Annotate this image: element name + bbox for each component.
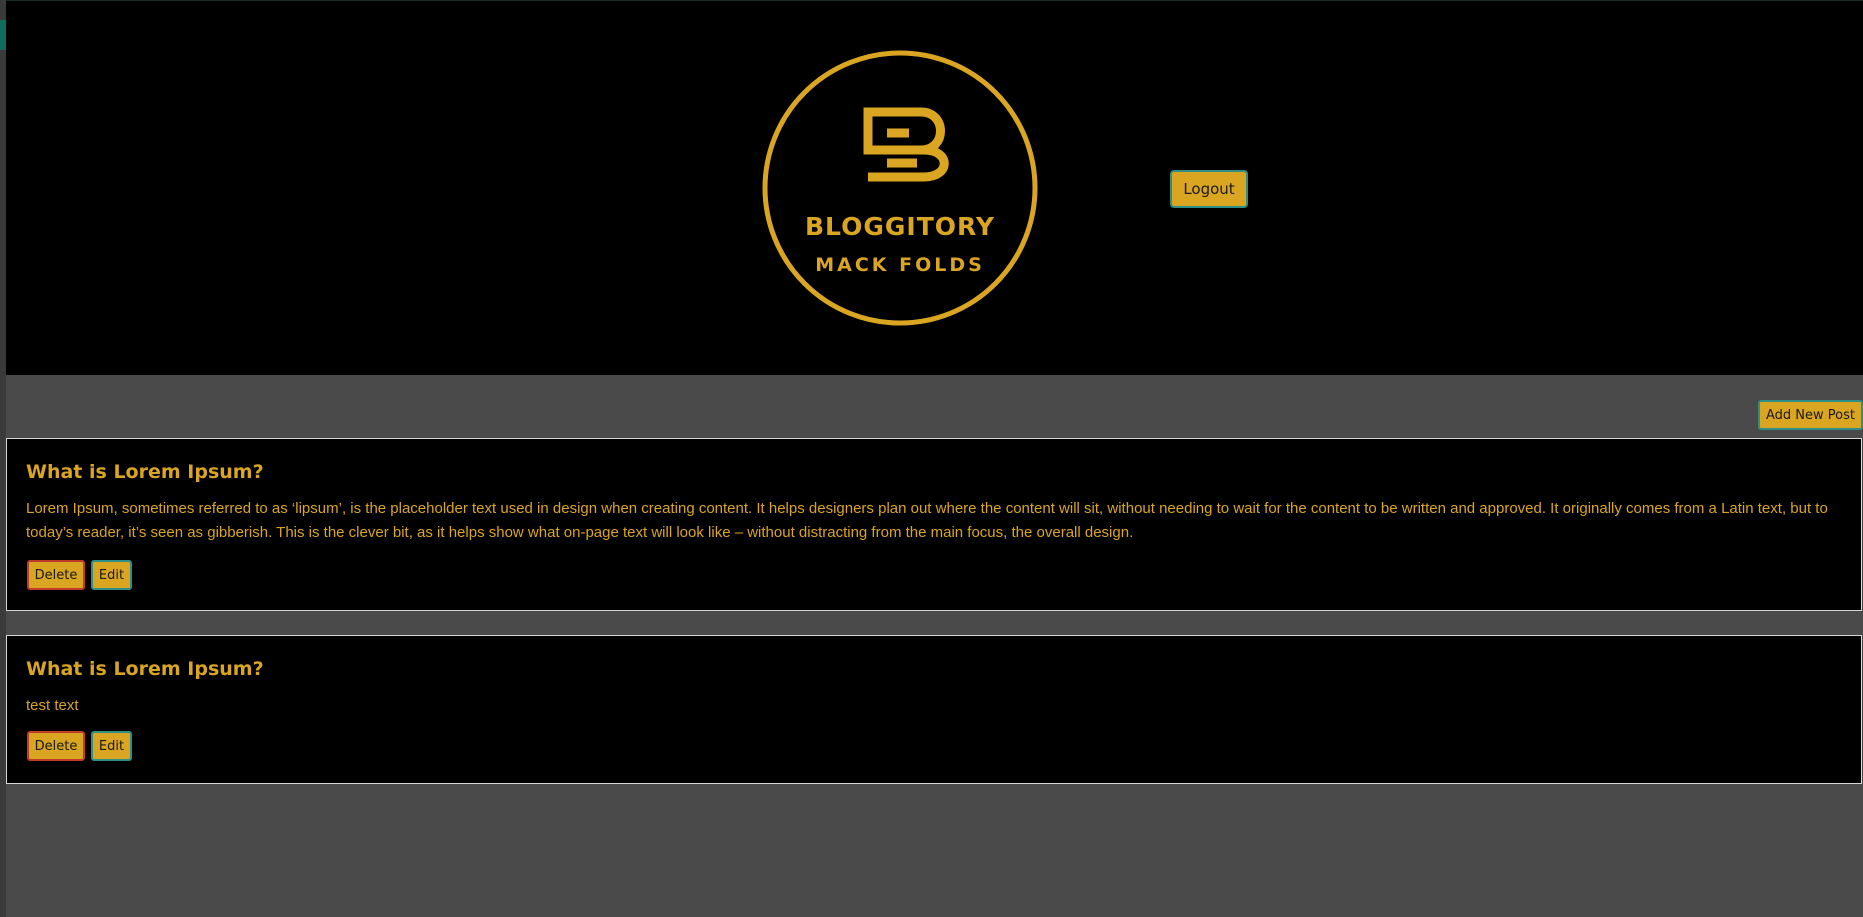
post-body: test text bbox=[26, 697, 79, 714]
post-body: Lorem Ipsum, sometimes referred to as ‘l… bbox=[26, 500, 1828, 541]
site-header: BLOGGITORY MACK FOLDS Logout bbox=[6, 0, 1863, 375]
logo-title: BLOGGITORY bbox=[805, 212, 995, 241]
post-card: What is Lorem Ipsum? Lorem Ipsum, someti… bbox=[6, 438, 1862, 611]
bloggitory-monogram-icon bbox=[863, 107, 949, 182]
logo-emblem: BLOGGITORY MACK FOLDS bbox=[762, 50, 1038, 326]
delete-post-button[interactable]: Delete bbox=[27, 731, 85, 761]
edit-post-button[interactable]: Edit bbox=[91, 560, 132, 590]
add-new-post-button[interactable]: Add New Post bbox=[1758, 400, 1863, 430]
post-actions: Delete Edit bbox=[27, 560, 132, 590]
post-card: What is Lorem Ipsum? test text Delete Edi… bbox=[6, 635, 1862, 784]
post-title: What is Lorem Ipsum? bbox=[26, 461, 264, 483]
site-logo[interactable]: BLOGGITORY MACK FOLDS bbox=[761, 49, 1039, 327]
logo-subtitle: MACK FOLDS bbox=[815, 254, 985, 276]
delete-post-button[interactable]: Delete bbox=[27, 560, 85, 590]
logout-button[interactable]: Logout bbox=[1170, 170, 1248, 208]
edit-post-button[interactable]: Edit bbox=[91, 731, 132, 761]
post-actions: Delete Edit bbox=[27, 731, 132, 761]
post-title: What is Lorem Ipsum? bbox=[26, 658, 264, 680]
